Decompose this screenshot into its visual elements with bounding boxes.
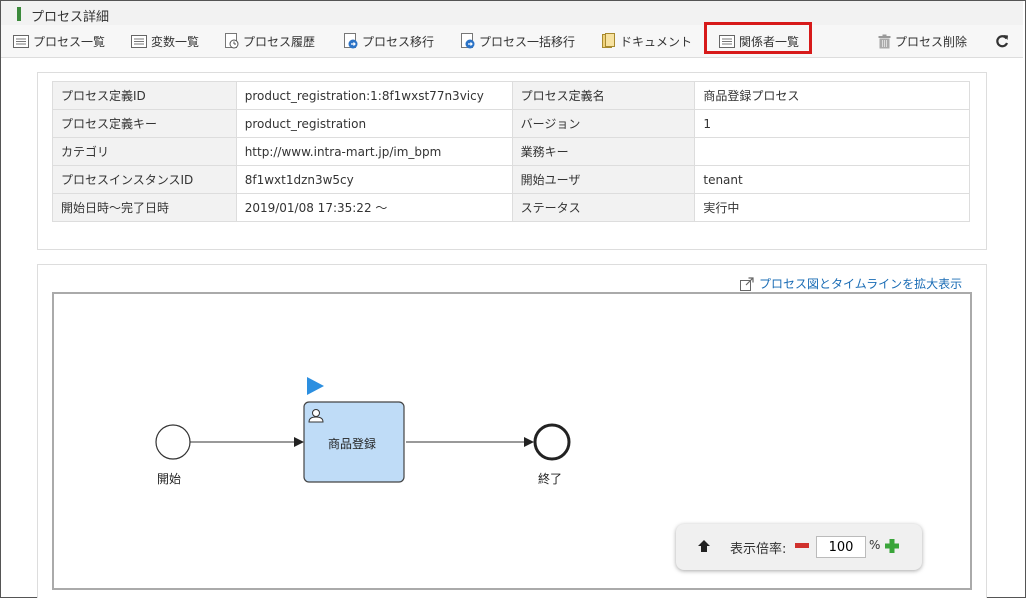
process-migrate-label: プロセス移行 xyxy=(362,34,435,49)
zoom-input[interactable] xyxy=(816,536,866,558)
external-window-icon xyxy=(740,276,754,291)
process-history-button[interactable]: プロセス履歴 xyxy=(225,25,315,57)
table-value: product_registration:1:8f1wxst77n3vicy xyxy=(235,81,513,110)
zoom-percent-sign: % xyxy=(869,538,881,552)
bulk-migrate-doc-icon xyxy=(461,33,475,49)
table-row: プロセス定義ID product_registration:1:8f1wxst7… xyxy=(52,81,970,110)
table-value: 8f1wxt1dzn3w5cy xyxy=(235,165,513,194)
expand-diagram-label: プロセス図とタイムラインを拡大表示 xyxy=(759,277,963,291)
table-key: プロセス定義名 xyxy=(511,81,696,110)
table-key: バージョン xyxy=(511,109,696,138)
table-value: 実行中 xyxy=(694,193,970,222)
list-icon xyxy=(131,34,147,48)
zoom-label: 表示倍率: xyxy=(730,542,787,557)
table-value: product_registration xyxy=(235,109,513,138)
page-title: プロセス詳細 xyxy=(31,10,110,25)
process-delete-label: プロセス削除 xyxy=(895,34,968,49)
process-migrate-button[interactable]: プロセス移行 xyxy=(344,25,434,57)
table-value: http://www.intra-mart.jp/im_bpm xyxy=(235,137,513,166)
table-row: プロセスインスタンスID 8f1wxt1dzn3w5cy 開始ユーザ tenan… xyxy=(52,165,970,194)
participants-list-highlight xyxy=(704,22,812,54)
task-label: 商品登録 xyxy=(328,437,377,451)
end-event-label: 終了 xyxy=(538,472,563,486)
zoom-control: 表示倍率: % xyxy=(676,524,922,570)
history-doc-icon xyxy=(225,33,239,49)
migrate-doc-icon xyxy=(344,33,358,49)
document-icon xyxy=(602,33,615,48)
document-label: ドキュメント xyxy=(620,34,693,49)
table-key: カテゴリ xyxy=(52,137,237,166)
table-value xyxy=(694,137,970,166)
process-info-table: プロセス定義ID product_registration:1:8f1wxst7… xyxy=(52,81,970,222)
title-bar: プロセス詳細 xyxy=(1,1,1023,26)
table-key: ステータス xyxy=(511,193,696,222)
table-value: tenant xyxy=(694,165,970,194)
table-key: 開始ユーザ xyxy=(511,165,696,194)
title-accent-bar xyxy=(17,7,21,21)
end-event-icon[interactable] xyxy=(533,423,571,461)
table-key: プロセス定義ID xyxy=(52,81,237,110)
table-value: 商品登録プロセス xyxy=(694,81,970,110)
toolbar: プロセス一覧 変数一覧 プロセス履歴 プロセス移行 プロセス一括移行 ドキュメン… xyxy=(1,25,1023,58)
table-value: 2019/01/08 17:35:22 ～ xyxy=(235,193,513,222)
process-list-button[interactable]: プロセス一覧 xyxy=(13,25,105,57)
table-row: 開始日時～完了日時 2019/01/08 17:35:22 ～ ステータス 実行… xyxy=(52,193,970,222)
variable-list-button[interactable]: 変数一覧 xyxy=(131,25,199,57)
refresh-button[interactable] xyxy=(995,25,1013,57)
process-delete-button[interactable]: プロセス削除 xyxy=(878,25,967,57)
table-value: 1 xyxy=(694,109,970,138)
table-key: 開始日時～完了日時 xyxy=(52,193,237,222)
start-event-icon[interactable] xyxy=(155,424,191,460)
table-row: カテゴリ http://www.intra-mart.jp/im_bpm 業務キ… xyxy=(52,137,970,166)
list-icon xyxy=(13,34,29,48)
table-key: プロセス定義キー xyxy=(52,109,237,138)
document-button[interactable]: ドキュメント xyxy=(602,25,692,57)
home-icon[interactable] xyxy=(697,539,711,553)
zoom-in-icon[interactable] xyxy=(885,539,899,553)
process-bulk-migrate-button[interactable]: プロセス一括移行 xyxy=(461,25,575,57)
process-list-label: プロセス一覧 xyxy=(33,34,106,49)
table-key: プロセスインスタンスID xyxy=(52,165,237,194)
variable-list-label: 変数一覧 xyxy=(151,34,200,49)
current-task-marker-icon xyxy=(307,377,324,395)
table-key: 業務キー xyxy=(511,137,696,166)
process-history-label: プロセス履歴 xyxy=(243,34,316,49)
expand-diagram-link[interactable]: プロセス図とタイムラインを拡大表示 xyxy=(740,275,962,292)
refresh-icon xyxy=(996,35,1009,48)
trash-icon xyxy=(878,34,891,48)
zoom-out-icon[interactable] xyxy=(795,541,809,551)
table-row: プロセス定義キー product_registration バージョン 1 xyxy=(52,109,970,138)
process-bulk-migrate-label: プロセス一括移行 xyxy=(479,34,576,49)
start-event-label: 開始 xyxy=(157,472,182,486)
